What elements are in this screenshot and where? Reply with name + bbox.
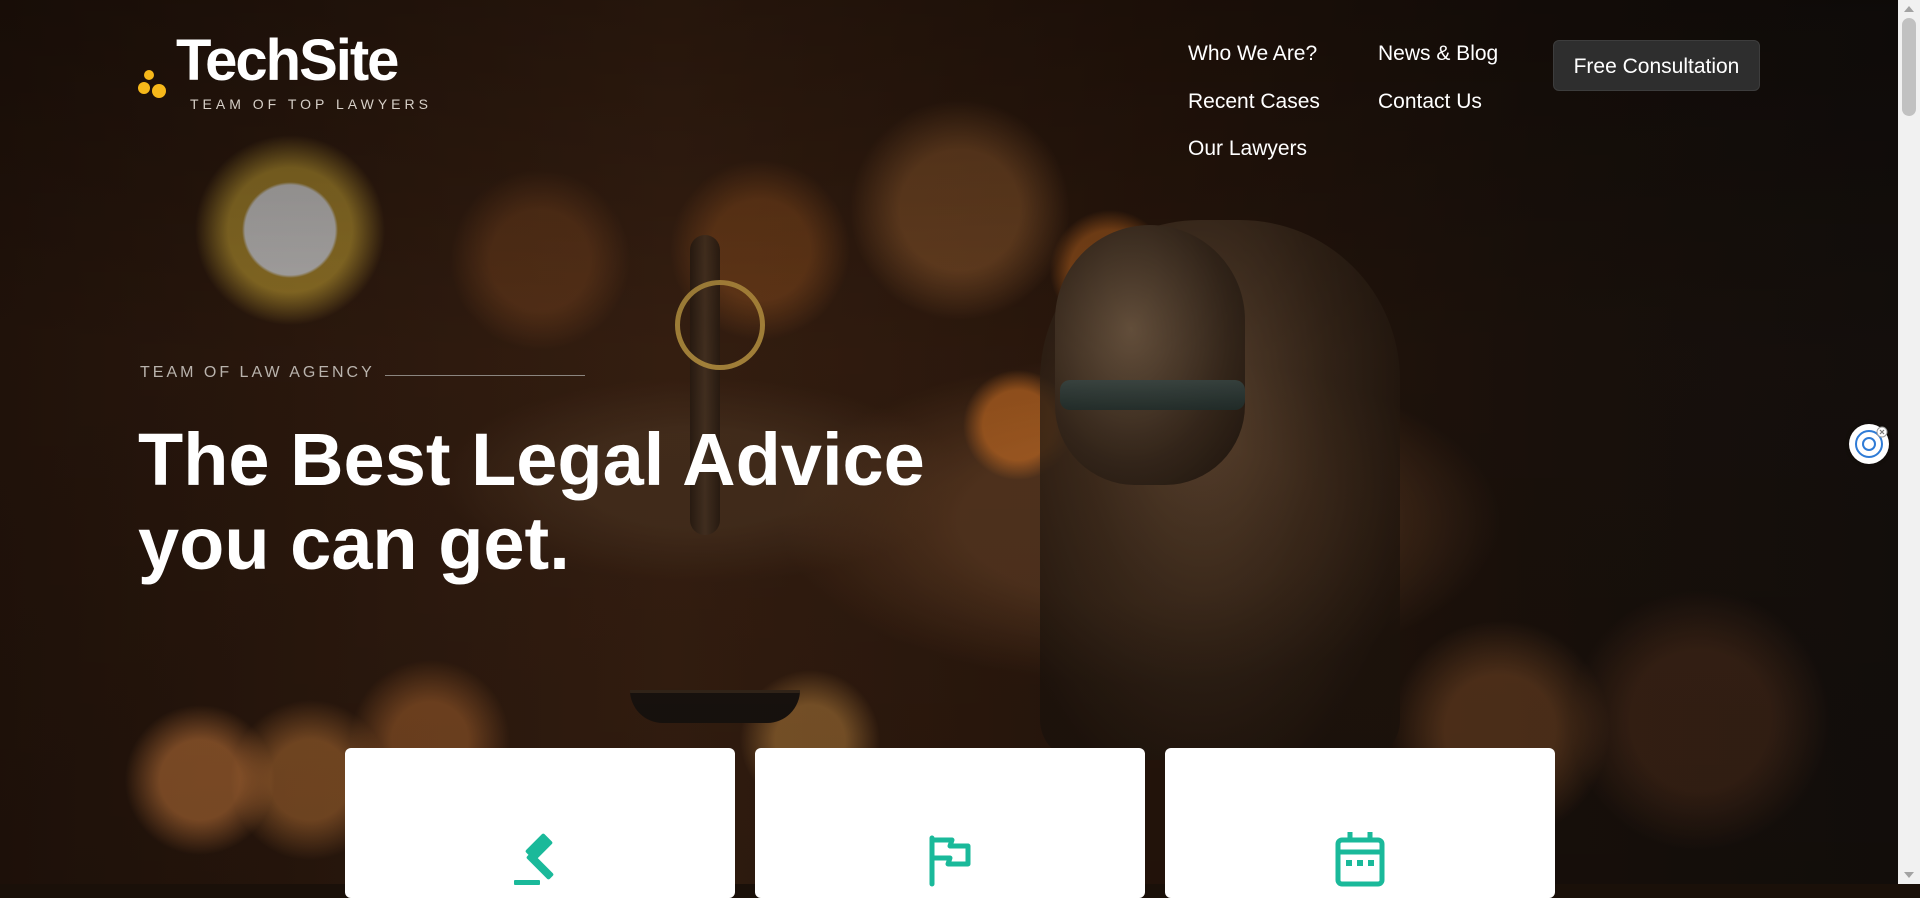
logo-title: TechSite: [176, 28, 399, 93]
hero-headline: The Best Legal Advice you can get.: [138, 418, 938, 586]
site-logo[interactable]: TechSite TEAM OF TOP LAWYERS: [138, 28, 438, 120]
nav-recent-cases[interactable]: Recent Cases: [1188, 90, 1320, 114]
service-card-calendar[interactable]: [1165, 748, 1555, 898]
calendar-icon: [1335, 832, 1385, 887]
scale-ring: [675, 280, 765, 370]
statue-blindfold: [1060, 380, 1245, 410]
scale-pan: [630, 690, 800, 723]
service-card-gavel[interactable]: [345, 748, 735, 898]
logo-tagline: TEAM OF TOP LAWYERS: [190, 96, 432, 112]
nav-who-we-are[interactable]: Who We Are?: [1188, 42, 1317, 66]
scroll-down-arrow-icon[interactable]: [1904, 872, 1914, 878]
hero-headline-line2: you can get.: [138, 502, 570, 585]
statue-head: [1055, 225, 1245, 485]
nav-news-blog[interactable]: News & Blog: [1378, 42, 1498, 66]
hero-headline-line1: The Best Legal Advice: [138, 418, 925, 501]
gavel-icon: [514, 833, 554, 885]
scrollbar-thumb[interactable]: [1902, 18, 1916, 116]
nav-contact-us[interactable]: Contact Us: [1378, 90, 1482, 114]
flag-icon: [929, 835, 971, 887]
page-scrollbar[interactable]: [1898, 0, 1920, 884]
service-card-flag[interactable]: [755, 748, 1145, 898]
ai-assistant-icon[interactable]: [1849, 424, 1889, 464]
hero-eyebrow: TEAM OF LAW AGENCY: [140, 364, 375, 381]
free-consultation-button[interactable]: Free Consultation: [1553, 40, 1760, 91]
logo-dots-icon: [138, 64, 178, 104]
site-header: TechSite TEAM OF TOP LAWYERS Who We Are?…: [0, 0, 1920, 170]
scroll-up-arrow-icon[interactable]: [1904, 6, 1914, 12]
nav-our-lawyers[interactable]: Our Lawyers: [1188, 137, 1307, 161]
eyebrow-divider: [385, 375, 585, 376]
lady-justice-statue: [1040, 220, 1400, 760]
